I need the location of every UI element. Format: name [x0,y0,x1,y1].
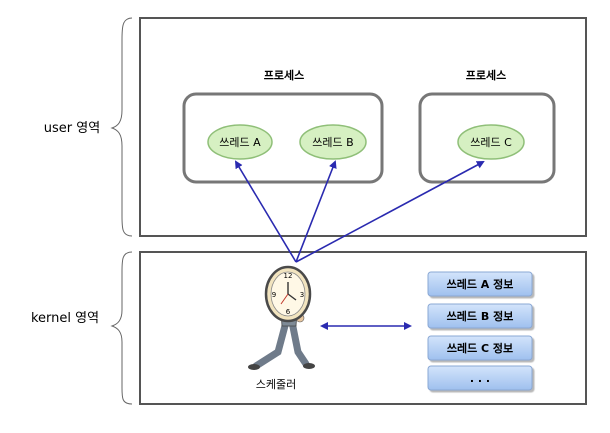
thread-info-more-label: . . . [470,372,490,385]
process-1-label: 프로세스 [264,68,304,82]
thread-b-label: 쓰레드 B [312,136,353,149]
thread-a-label: 쓰레드 A [219,136,261,149]
svg-text:9: 9 [272,291,276,299]
thread-info-a-label: 쓰레드 A 정보 [447,277,514,291]
svg-text:12: 12 [284,272,293,280]
scheduler-label: 스케줄러 [256,378,296,391]
process-2-label: 프로세스 [466,68,506,82]
svg-text:6: 6 [286,308,291,316]
svg-text:3: 3 [300,291,304,299]
user-region-label: user 영역 [44,121,100,136]
thread-c-label: 쓰레드 C [470,136,512,149]
thread-info-c-label: 쓰레드 C 정보 [447,341,513,355]
kernel-region-brace [110,251,133,405]
diagram-canvas: user 영역 kernel 영역 프로세스 프로세스 쓰레드 A 쓰레드 B … [31,17,587,405]
kernel-region-label: kernel 영역 [31,311,99,326]
thread-info-b-label: 쓰레드 B 정보 [447,309,514,323]
user-region-brace [110,17,133,237]
